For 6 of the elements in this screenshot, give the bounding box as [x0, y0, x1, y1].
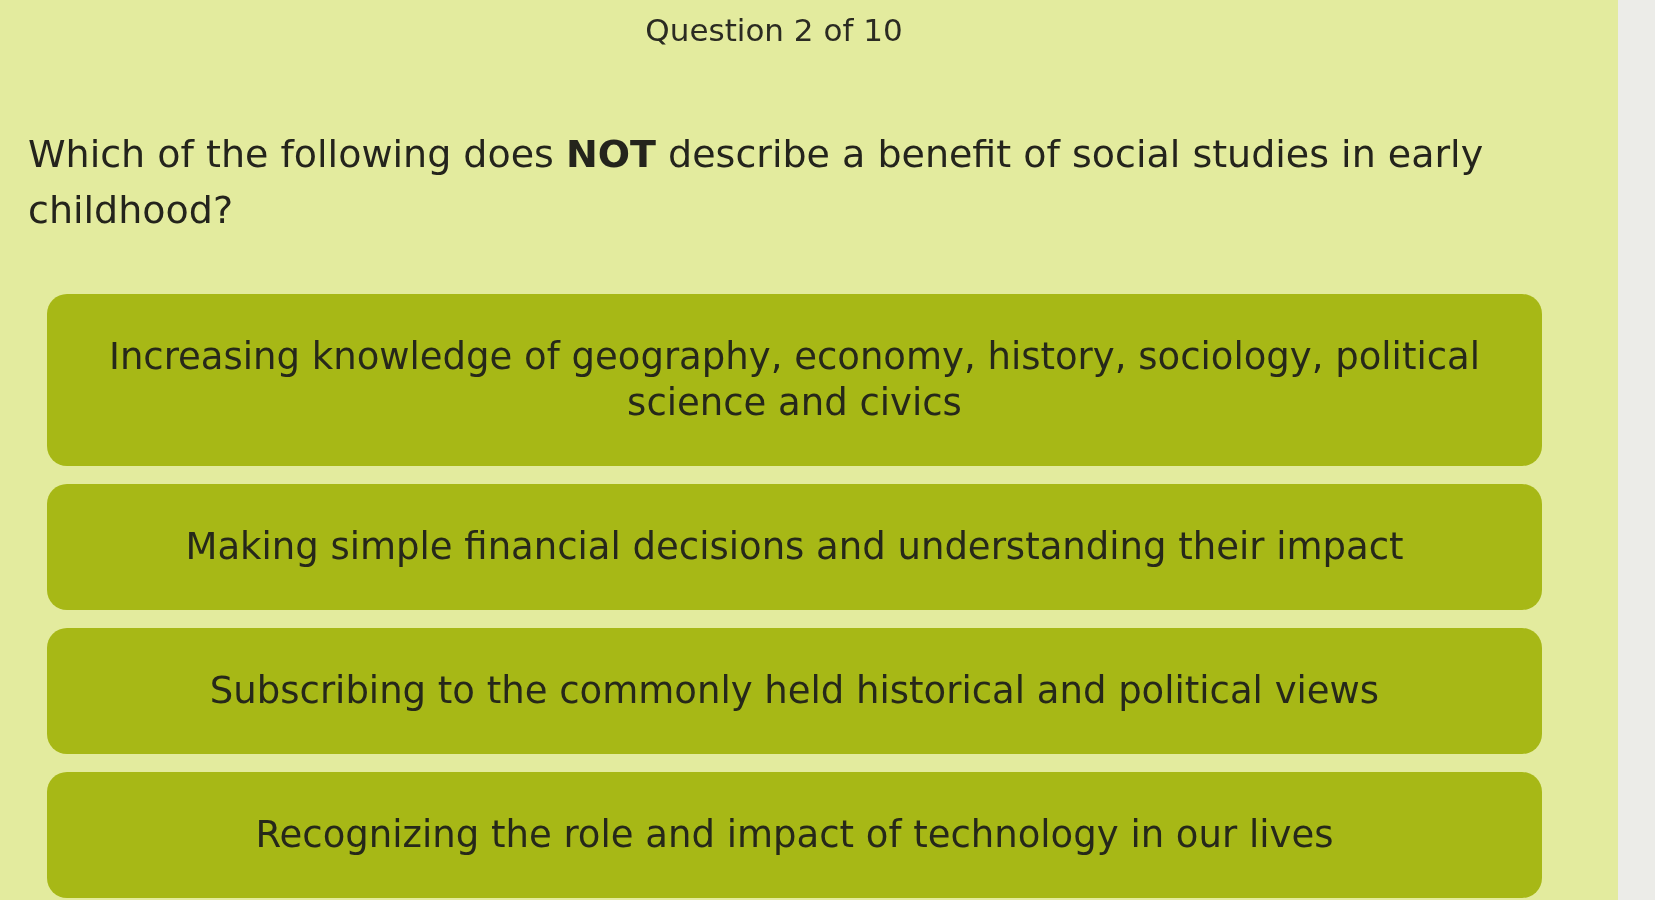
answer-option[interactable]: Increasing knowledge of geography, economy, history, sociology, political science and civics — [47, 294, 1542, 466]
answer-option[interactable]: Recognizing the role and impact of technology in our lives — [47, 772, 1542, 898]
answer-option[interactable]: Making simple financial decisions and understanding their impact — [47, 484, 1542, 610]
question-text: Which of the following does NOT describe a benefit of social studies in early childhood? — [28, 131, 1485, 234]
answer-option[interactable]: Subscribing to the commonly held historical and political views — [47, 628, 1542, 754]
question-number-heading: Question 2 of 10 — [645, 11, 903, 50]
